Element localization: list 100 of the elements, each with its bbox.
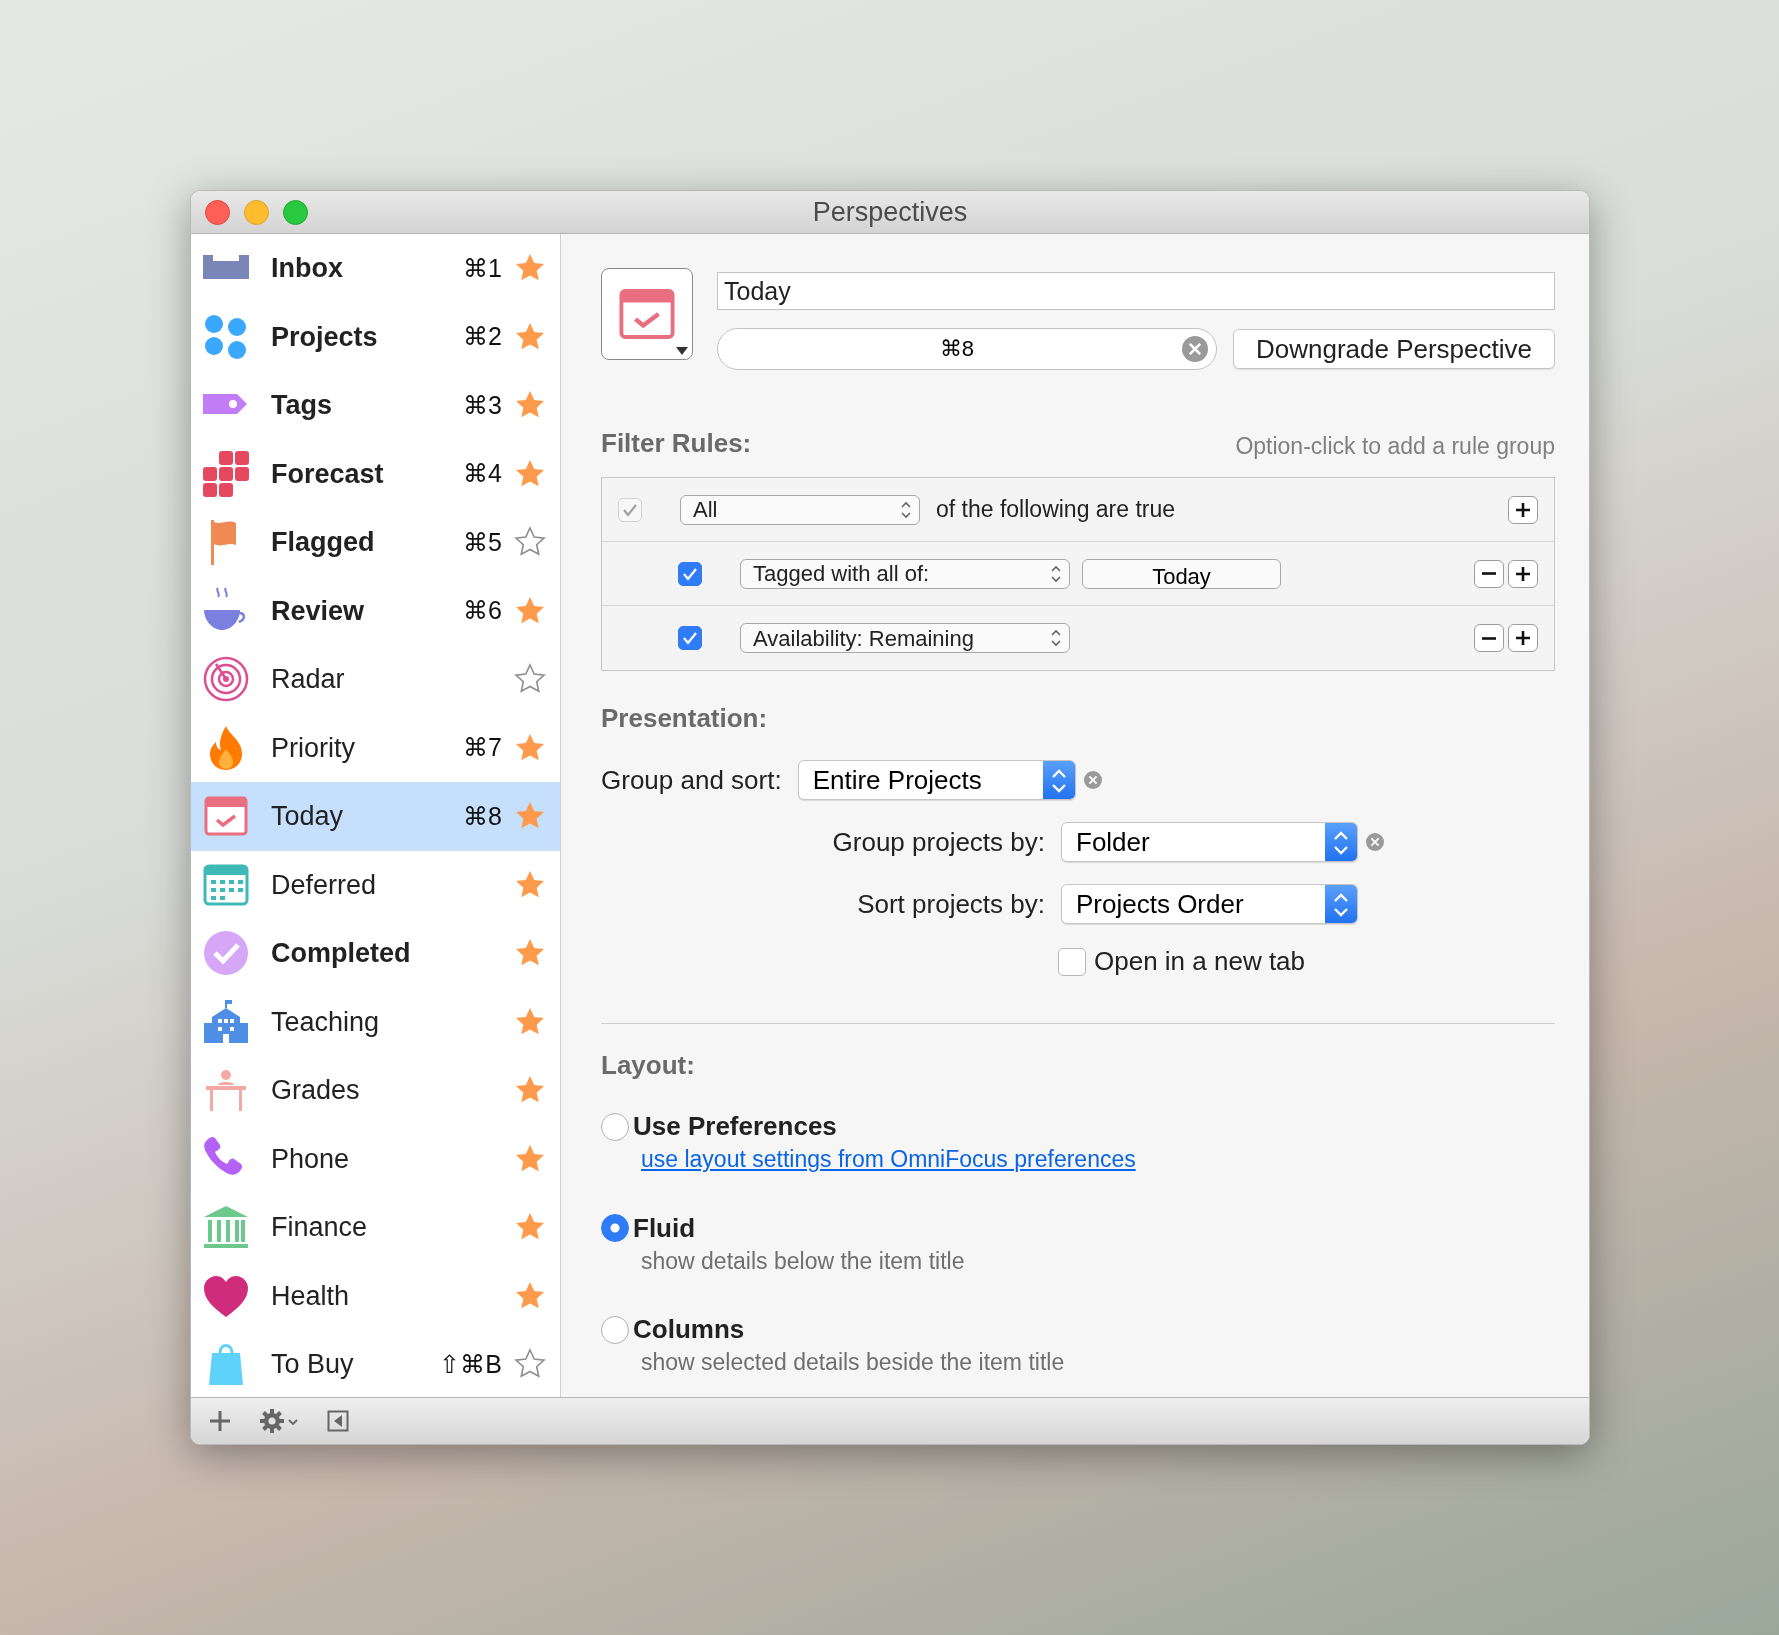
plus-icon — [1515, 565, 1531, 582]
sidebar-item[interactable]: Phone — [191, 1124, 560, 1193]
perspective-name: Health — [271, 1279, 351, 1313]
star-icon[interactable] — [514, 526, 546, 559]
star-icon[interactable] — [514, 663, 546, 696]
field-label: Group projects by: — [831, 825, 1045, 859]
option-title: Fluid — [633, 1211, 696, 1245]
star-icon[interactable] — [514, 1348, 546, 1381]
option-description: show selected details beside the item title — [641, 1349, 1065, 1375]
perspective-name: Today — [271, 800, 345, 833]
sidebar-item[interactable]: To Buy ⇧⌘B — [191, 1330, 560, 1399]
checkbox[interactable] — [678, 626, 702, 650]
preferences-link[interactable]: use layout settings from OmniFocus preferences — [641, 1146, 1136, 1172]
downgrade-button[interactable]: Downgrade Perspective — [1232, 329, 1555, 369]
sidebar-item[interactable]: Today ⌘8 — [191, 782, 560, 851]
shortcut-label: ⌘5 — [463, 526, 502, 558]
popup-button[interactable]: Folder — [1061, 822, 1358, 862]
icon-picker-button[interactable] — [601, 268, 693, 360]
section-heading: Layout: — [601, 1050, 695, 1080]
sidebar-item[interactable]: Completed — [191, 919, 560, 988]
clear-icon[interactable] — [1181, 336, 1208, 362]
check-icon — [682, 566, 698, 581]
section-heading: Filter Rules: — [601, 427, 752, 460]
close-button[interactable] — [205, 200, 230, 225]
plus-icon — [1515, 501, 1531, 518]
shortcut-field[interactable]: ⌘8 — [717, 328, 1217, 370]
add-icon[interactable] — [209, 1410, 231, 1432]
field-label: Group and sort: — [601, 763, 782, 797]
name-field[interactable]: Today — [717, 272, 1555, 310]
add-rule-button[interactable] — [1508, 624, 1538, 652]
perspective-name: Tags — [271, 389, 333, 422]
window-title: Perspectives — [812, 195, 968, 229]
perspective-name: Review — [271, 594, 366, 628]
zoom-button[interactable] — [283, 200, 308, 225]
sidebar-item[interactable]: Forecast ⌘4 — [191, 439, 560, 508]
shortcut-label: ⌘1 — [463, 252, 502, 284]
perspective-name: Completed — [271, 937, 412, 970]
sidebar-item[interactable]: Inbox ⌘1 — [191, 234, 560, 303]
sidebar-item[interactable]: Tags ⌘3 — [191, 371, 560, 440]
radio-button[interactable] — [601, 1315, 629, 1344]
radio-button[interactable] — [601, 1214, 629, 1242]
clear-icon[interactable] — [1083, 771, 1102, 789]
hint-text: Option-click to add a rule group — [1235, 431, 1555, 461]
shortcut-label: ⌘3 — [463, 389, 502, 421]
sidebar-toggle-icon[interactable] — [327, 1410, 349, 1432]
settings-icon[interactable] — [259, 1408, 299, 1434]
sidebar-item[interactable]: Grades — [191, 1056, 560, 1125]
perspective-name: Phone — [271, 1142, 351, 1176]
checkbox[interactable] — [1058, 947, 1086, 976]
section-heading: Presentation: — [601, 703, 768, 733]
checkbox[interactable] — [678, 561, 702, 586]
remove-rule-button[interactable] — [1474, 559, 1504, 588]
option-description: show details below the item title — [641, 1247, 965, 1274]
minus-icon — [1481, 636, 1497, 640]
check-icon — [622, 502, 638, 517]
updown-chevron-icon — [1042, 761, 1075, 799]
perspective-name: Grades — [271, 1074, 361, 1107]
popup-button[interactable]: Availability: Remaining — [740, 623, 1070, 653]
option-title: Columns — [633, 1313, 745, 1346]
checkbox-label: Open in a new tab — [1094, 945, 1306, 978]
add-rule-button[interactable] — [1508, 559, 1538, 588]
tag-token[interactable]: Today — [1082, 558, 1281, 589]
popup-button[interactable]: Projects Order — [1061, 884, 1358, 924]
add-rule-button[interactable] — [1508, 495, 1538, 524]
perspective-name: Flagged — [271, 526, 376, 559]
sidebar-item[interactable]: Health — [191, 1261, 560, 1330]
sidebar-item[interactable]: Teaching — [191, 987, 560, 1056]
perspective-name: Finance — [271, 1211, 369, 1244]
radio-button[interactable] — [601, 1112, 629, 1141]
caret-icon — [676, 347, 688, 355]
shortcut-label: ⌘4 — [463, 458, 502, 489]
perspective-name: Radar — [271, 663, 346, 696]
option-title: Use Preferences — [633, 1110, 837, 1143]
minimize-button[interactable] — [244, 200, 269, 225]
perspective-name: Teaching — [271, 1005, 381, 1039]
sidebar-item[interactable]: Flagged ⌘5 — [191, 508, 560, 577]
perspective-name: Deferred — [271, 868, 378, 902]
check-icon — [682, 631, 698, 645]
popup-button[interactable]: Tagged with all of: — [740, 558, 1070, 589]
grid-icon — [201, 448, 251, 499]
clear-icon[interactable] — [1366, 833, 1384, 851]
sidebar-item[interactable]: Review ⌘6 — [191, 576, 560, 645]
perspective-name: Forecast — [271, 457, 385, 491]
sidebar-item[interactable]: Projects ⌘2 — [191, 302, 560, 371]
plus-icon — [1515, 630, 1531, 646]
shortcut-label: ⌘6 — [463, 595, 502, 626]
sidebar-item[interactable]: Deferred — [191, 850, 560, 919]
updown-chevron-icon — [1049, 627, 1063, 649]
field-label: Sort projects by: — [856, 887, 1045, 921]
shortcut-label: ⌘7 — [463, 732, 502, 763]
popup-button[interactable]: Entire Projects — [797, 760, 1076, 800]
remove-rule-button[interactable] — [1474, 624, 1504, 652]
perspective-name: Projects — [271, 320, 379, 354]
perspective-name: Inbox — [271, 252, 344, 285]
updown-chevron-icon — [1325, 823, 1357, 861]
sidebar-item[interactable]: Radar — [191, 645, 560, 714]
sidebar-item[interactable]: Priority ⌘7 — [191, 713, 560, 782]
perspective-name: Priority — [271, 731, 356, 765]
sidebar-item[interactable]: Finance — [191, 1193, 560, 1262]
shortcut-label: ⌘2 — [463, 321, 502, 352]
